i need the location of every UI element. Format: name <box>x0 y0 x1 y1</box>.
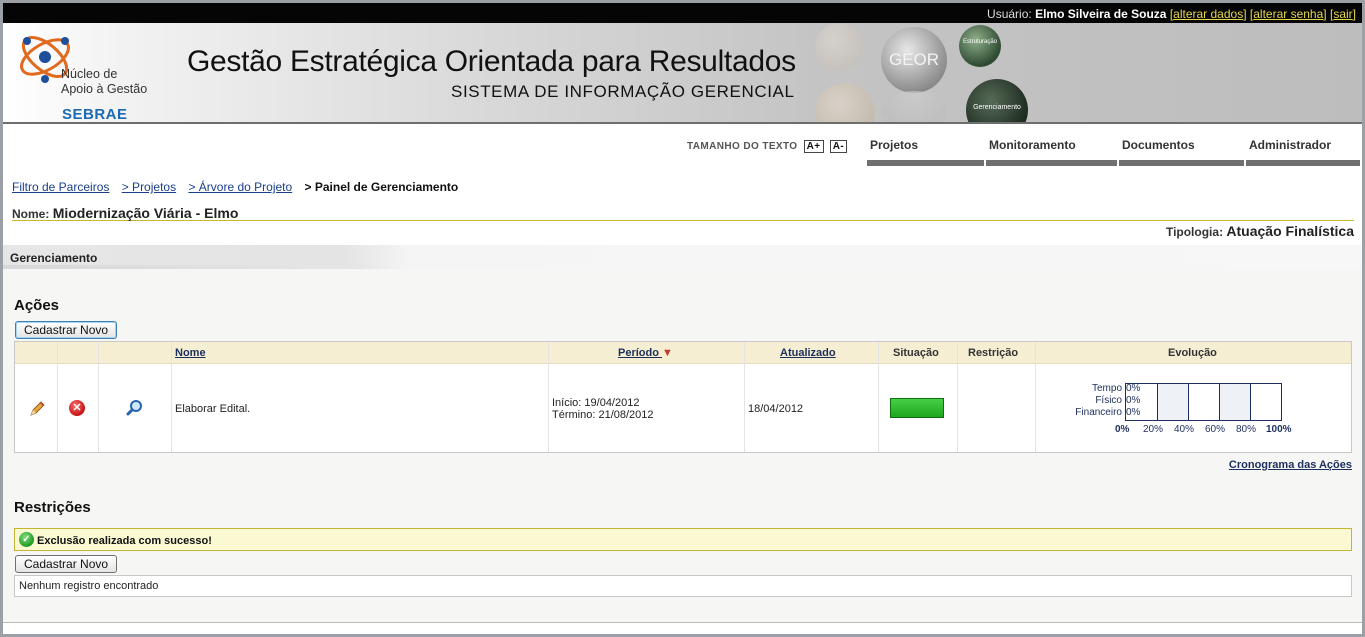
evo-tick: 100% <box>1266 424 1292 435</box>
logo-line-2: Apoio à Gestão <box>61 82 148 96</box>
logo-brand: SEBRAE <box>62 106 128 123</box>
empty-text: Nenhum registro encontrado <box>19 580 159 592</box>
project-name: Miodernização Viária - Elmo <box>52 205 239 221</box>
alterar-senha-link[interactable]: alterar senha <box>1253 7 1323 21</box>
tipologia-label: Tipologia: <box>1165 225 1224 239</box>
panel-header: Gerenciamento <box>3 245 1362 269</box>
sort-desc-icon: ▼ <box>662 347 673 359</box>
acao-atualizado: 18/04/2012 <box>748 403 804 415</box>
col-atualizado[interactable]: Atualizado <box>780 347 836 359</box>
cadastrar-acao-button[interactable]: Cadastrar Novo <box>15 321 118 339</box>
acao-nome: Elaborar Edital. <box>175 403 251 415</box>
sair-link[interactable]: sair <box>1333 7 1352 21</box>
delete-icon[interactable]: ✕ <box>69 400 85 416</box>
sebrae-logo: Núcleo de Apoio à Gestão SEBRAE <box>13 27 153 123</box>
success-message: ✓ Exclusão realizada com sucesso! <box>14 528 1352 551</box>
cronograma-acoes-link[interactable]: Cronograma das Ações <box>1229 459 1352 471</box>
system-subtitle: SISTEMA DE INFORMAÇÃO GERENCIAL <box>451 82 795 101</box>
evo-label-fisico: Físico <box>1095 395 1122 406</box>
evo-value-fisico: 0% <box>1126 395 1141 406</box>
acao-inicio: Início: 19/04/2012 <box>552 397 640 409</box>
evo-label-financeiro: Financeiro <box>1075 407 1122 418</box>
restricoes-table: Nenhum registro encontrado <box>14 575 1352 597</box>
nav-documentos[interactable]: Documentos <box>1119 138 1244 166</box>
col-situacao: Situação <box>893 347 939 359</box>
table-header <box>15 342 1351 364</box>
cadastrar-restricao-button[interactable]: Cadastrar Novo <box>15 555 118 573</box>
evo-value-financeiro: 0% <box>1126 407 1141 418</box>
breadcrumb-arvore-projeto[interactable]: > Árvore do Projeto <box>188 180 292 194</box>
evo-label-tempo: Tempo <box>1091 383 1122 394</box>
nav-monitoramento[interactable]: Monitoramento <box>986 138 1117 166</box>
alterar-dados-link[interactable]: alterar dados <box>1173 7 1243 21</box>
tipologia-row: Tipologia: Atuação Finalística <box>1166 223 1354 239</box>
breadcrumb-projetos[interactable]: > Projetos <box>122 180 176 194</box>
acoes-table: Nome Período ▼ Atualizado Situação Restr… <box>14 341 1352 453</box>
evo-tick: 0% <box>1115 424 1130 435</box>
user-bar: Usuário: Elmo Silveira de Souza [alterar… <box>3 3 1362 23</box>
system-title: Gestão Estratégica Orientada para Result… <box>187 45 796 78</box>
nav-projetos[interactable]: Projetos <box>867 138 984 166</box>
panel-title: Gerenciamento <box>10 251 98 265</box>
text-size-control: TAMANHO DO TEXTO A+ A- <box>687 140 848 153</box>
logo-line-1: Núcleo de <box>61 67 118 81</box>
decorative-ball <box>815 83 875 122</box>
evo-value-tempo: 0% <box>1126 383 1141 394</box>
text-decrease-button[interactable]: A- <box>829 140 848 153</box>
evo-tick: 60% <box>1205 424 1226 435</box>
edit-pencil-icon[interactable] <box>28 400 46 418</box>
project-name-label: Nome: <box>12 207 50 221</box>
view-magnifier-icon[interactable] <box>126 399 144 417</box>
text-size-label: TAMANHO DO TEXTO <box>687 141 798 152</box>
header-banner: Núcleo de Apoio à Gestão SEBRAE Gestão E… <box>3 23 1362 124</box>
evo-tick: 80% <box>1236 424 1257 435</box>
decorative-ball <box>815 23 863 71</box>
gerenciamento-ball: Gerenciamento <box>966 79 1028 122</box>
estruturacao-ball: Estruturação <box>959 25 1001 67</box>
breadcrumb-filtro-parceiros[interactable]: Filtro de Parceiros <box>12 180 109 194</box>
col-evolucao: Evolução <box>1168 347 1217 359</box>
text-increase-button[interactable]: A+ <box>803 140 824 153</box>
col-restricao: Restrição <box>968 347 1019 359</box>
col-nome[interactable]: Nome <box>175 347 206 359</box>
success-message-text: Exclusão realizada com sucesso! <box>37 535 212 547</box>
col-periodo[interactable]: Período ▼ <box>618 347 673 359</box>
acoes-title: Ações <box>14 297 60 314</box>
situacao-status-bar <box>890 398 944 418</box>
evo-tick: 40% <box>1174 424 1195 435</box>
project-name-row: Nome: Miodernização Viária - Elmo <box>12 205 1354 221</box>
evo-tick: 20% <box>1143 424 1164 435</box>
restricoes-title: Restrições <box>14 499 91 516</box>
breadcrumb-current: > Painel de Gerenciamento <box>304 180 459 194</box>
geor-ball: GEOR <box>881 27 947 93</box>
evolucao-chart: Tempo Físico Financeiro 0% 0% 0% 0% 20% … <box>1050 383 1350 443</box>
breadcrumb: Filtro de Parceiros > Projetos > Árvore … <box>12 180 458 194</box>
evo-grid <box>1125 383 1282 421</box>
nav-administrador[interactable]: Administrador <box>1246 138 1360 166</box>
acao-termino: Término: 21/08/2012 <box>552 409 654 421</box>
geor-ball-reflection <box>881 91 947 122</box>
tipologia-value: Atuação Finalística <box>1226 223 1354 239</box>
user-name: Elmo Silveira de Souza <box>1035 7 1167 21</box>
success-check-icon: ✓ <box>19 532 34 547</box>
user-label: Usuário: <box>987 7 1032 21</box>
evo-ticks: 0% 20% 40% 60% 80% 100% <box>1115 424 1295 436</box>
